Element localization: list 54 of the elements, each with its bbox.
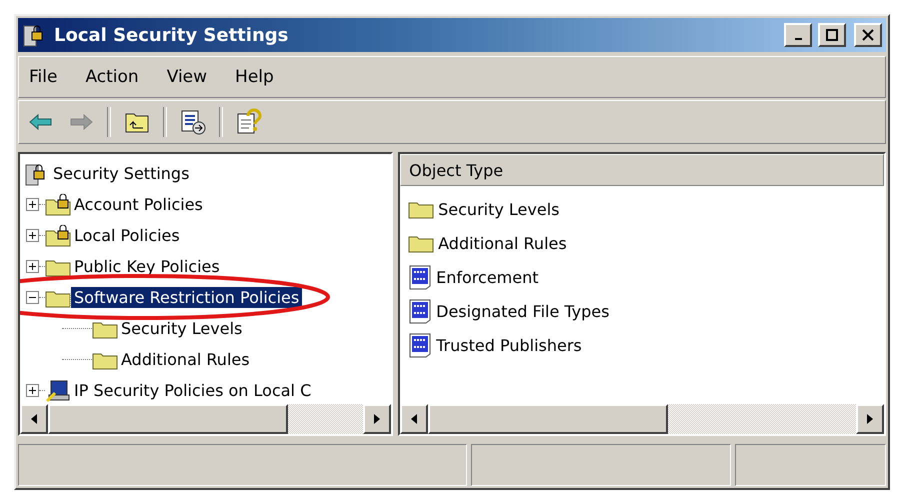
scroll-left-button[interactable] [400,404,428,434]
list-item[interactable]: Security Levels [435,198,562,220]
minimize-icon [794,38,802,40]
scroll-right-button[interactable] [856,404,884,434]
tree-item[interactable]: Software Restriction Policies [71,287,302,308]
maximize-button[interactable] [818,23,846,47]
binary-document-icon [408,332,432,358]
list-item[interactable]: Designated File Types [433,300,612,322]
column-header[interactable]: Object Type [400,154,884,186]
locked-folder-icon [45,194,71,216]
menu-item[interactable]: Action [85,67,139,87]
menu-item[interactable]: File [29,67,58,87]
tree-item[interactable]: Public Key Policies [71,256,223,277]
close-icon [862,29,874,41]
tree-item[interactable]: Security Settings [50,163,192,184]
list-item[interactable]: Enforcement [433,266,542,288]
locked-folder-icon [45,224,71,246]
plus-icon [28,231,37,240]
list-item[interactable]: Trusted Publishers [433,334,585,356]
horizontal-scrollbar[interactable] [400,404,884,434]
horizontal-scrollbar[interactable] [20,404,392,434]
plus-icon [28,200,37,209]
left-triangle-icon [411,414,418,424]
expand-toggle[interactable] [26,229,39,242]
expand-toggle[interactable] [26,198,39,211]
right-triangle-icon [374,414,380,424]
scroll-thumb[interactable] [48,404,288,434]
menu-item[interactable]: Help [235,67,274,87]
binary-document-icon [408,298,432,324]
tree-item[interactable]: Additional Rules [118,349,253,370]
expand-toggle[interactable] [26,384,39,397]
plus-icon [28,386,37,395]
collapse-toggle[interactable] [26,291,39,304]
left-triangle-icon [31,414,37,424]
maximize-icon [826,29,838,41]
tree-item[interactable]: Security Levels [118,318,246,339]
tree-item[interactable]: Account Policies [71,194,206,215]
binary-document-icon [408,264,432,290]
expand-toggle[interactable] [26,260,39,273]
tree-item[interactable]: Local Policies [71,225,183,246]
help-icon[interactable] [235,108,263,136]
list-item[interactable]: Additional Rules [435,232,570,254]
minimize-button[interactable] [784,23,812,47]
scroll-right-button[interactable] [363,404,392,434]
plus-icon [28,262,37,271]
export-list-icon[interactable] [179,108,207,136]
window-title: Local Security Settings [54,24,290,46]
close-button[interactable] [854,23,882,47]
scroll-thumb[interactable] [428,404,668,434]
menu-item[interactable]: View [166,67,208,87]
right-triangle-icon [867,414,873,424]
computer-icon [45,378,71,402]
scroll-left-button[interactable] [20,404,48,434]
tree-item[interactable]: IP Security Policies on Local C [71,380,314,401]
